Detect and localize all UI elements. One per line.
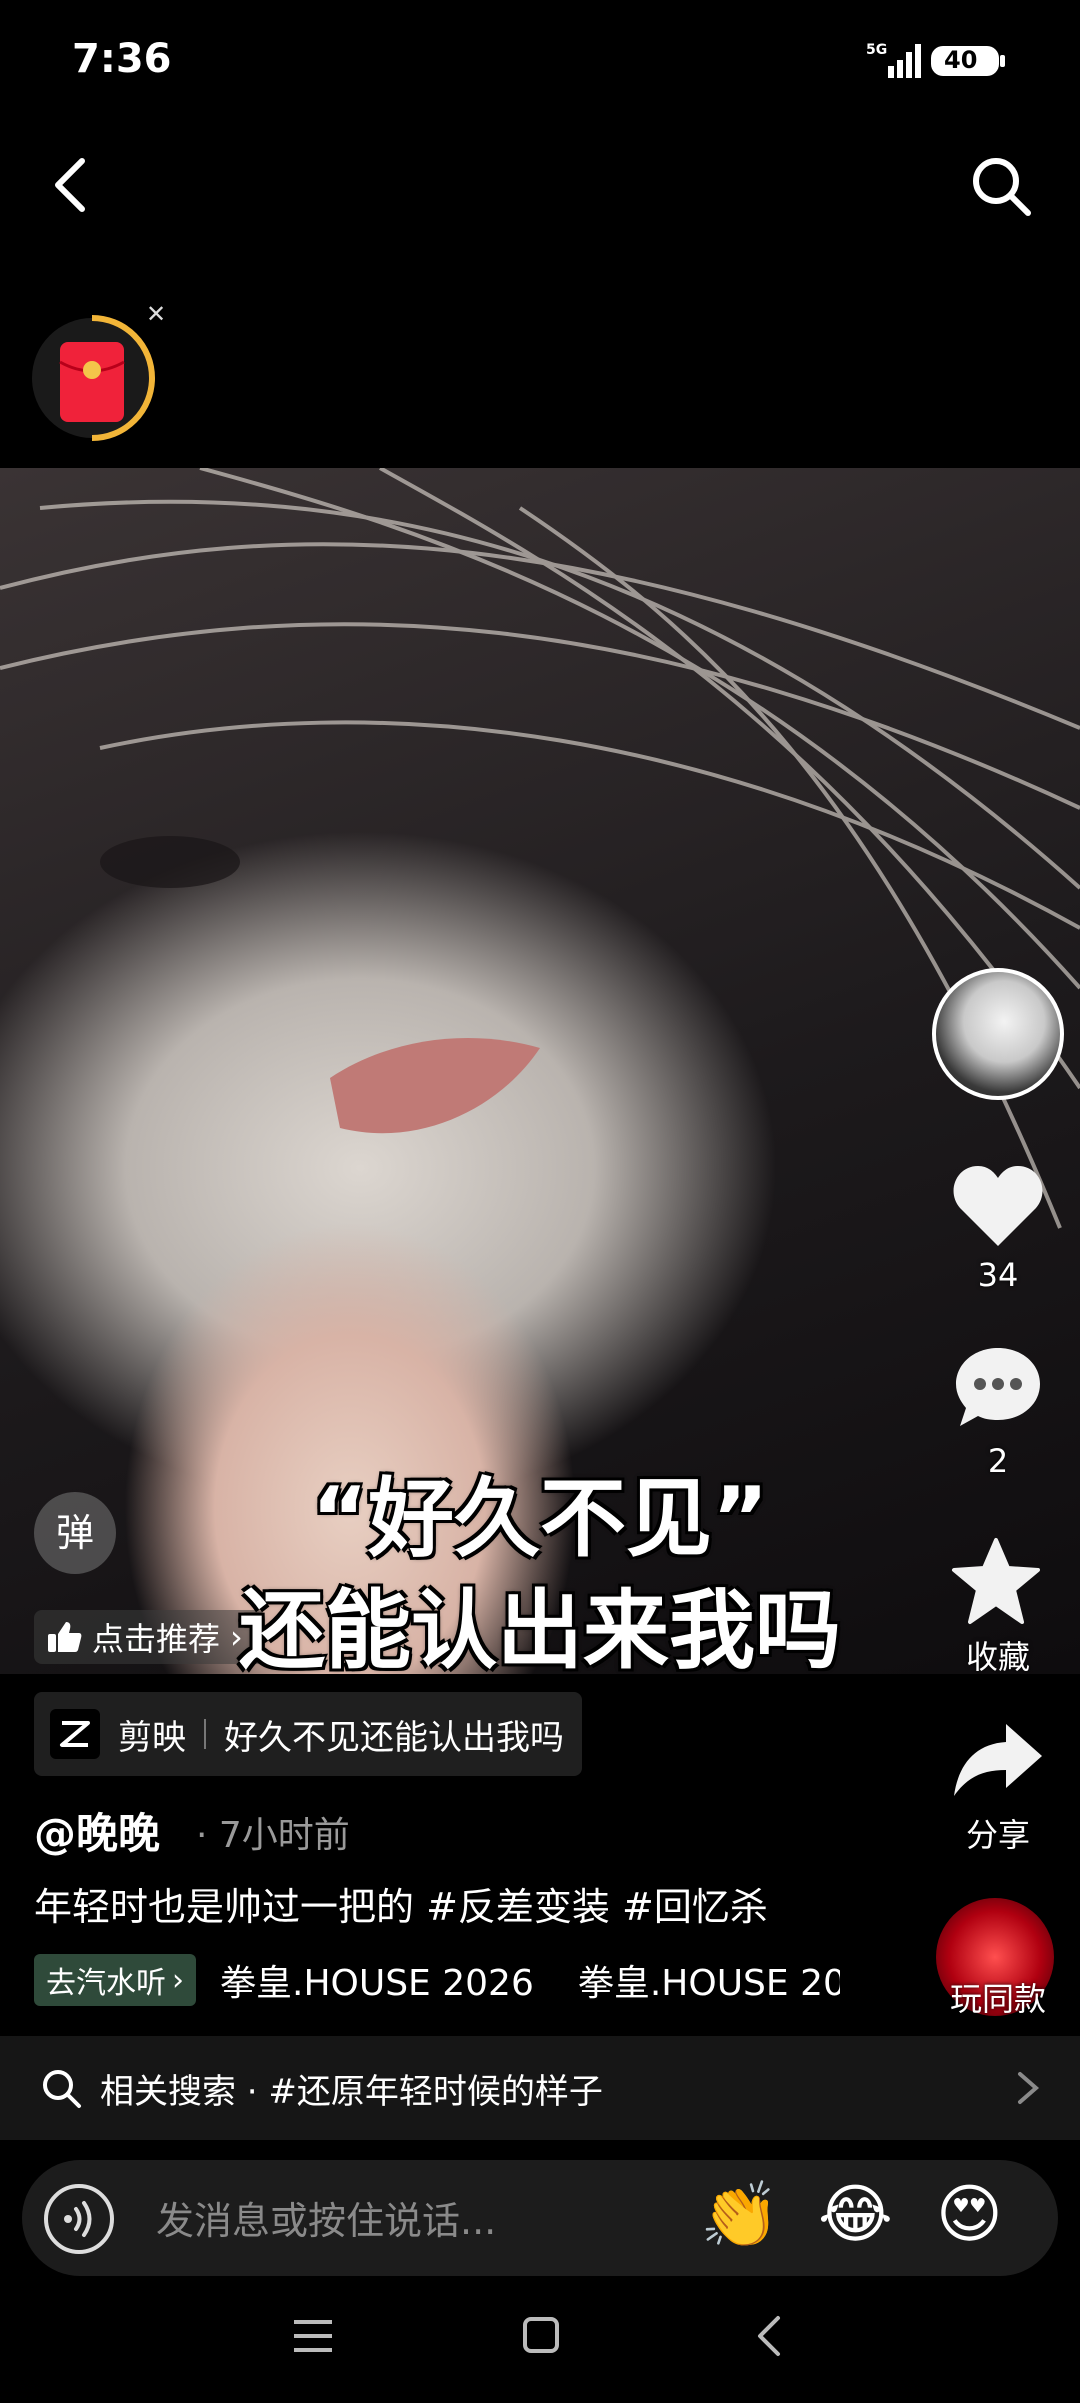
nav-home-icon[interactable] — [522, 2316, 560, 2354]
video-caption-line1: “好久不见” — [311, 1469, 769, 1569]
svg-text:5G: 5G — [866, 42, 887, 58]
music-title-repeat: 拳皇.HOUSE 20 — [577, 1963, 840, 2004]
capcut-template-chip[interactable]: 剪映 好久不见还能认出我吗 — [34, 1692, 582, 1776]
author-name[interactable]: @晚晚 — [34, 1800, 160, 1861]
related-search-bar[interactable]: 相关搜索 · #还原年轻时候的样子 — [0, 2036, 1080, 2140]
video-player[interactable]: 弹 点击推荐 › “好久不见” 还能认出来我吗 — [0, 468, 1080, 1674]
share-label: 分享 — [965, 1816, 1030, 1854]
nav-back-icon[interactable] — [756, 2314, 782, 2358]
like-icon[interactable] — [950, 1160, 1046, 1250]
qishui-label: 去汽水听 — [46, 1966, 166, 2001]
battery-indicator: 40 — [930, 44, 1008, 78]
laugh-emoji-button[interactable]: 😂 — [818, 2178, 893, 2252]
share-icon[interactable] — [950, 1720, 1046, 1800]
comment-count: 2 — [987, 1442, 1009, 1480]
voice-icon[interactable] — [42, 2182, 116, 2256]
nav-menu-icon[interactable] — [292, 2318, 334, 2354]
chevron-right-icon — [1018, 2072, 1040, 2104]
capcut-template-name: 好久不见还能认出我吗 — [224, 1717, 564, 1758]
related-search-label: 相关搜索 · #还原年轻时候的样子 — [100, 2071, 603, 2112]
qishui-listen-button[interactable]: 去汽水听 › — [34, 1954, 196, 2006]
chevron-right-icon: › — [172, 1962, 184, 1998]
video-caption-line2: 还能认出来我吗 — [239, 1581, 841, 1674]
red-packet-icon[interactable] — [26, 312, 158, 444]
music-title-marquee[interactable]: 拳皇.HOUSE 2026 拳皇.HOUSE 20 — [220, 1954, 840, 2010]
clap-emoji-button[interactable]: 👏 — [700, 2178, 780, 2253]
comment-icon[interactable] — [952, 1344, 1044, 1430]
battery-level: 40 — [944, 46, 978, 74]
star-icon[interactable] — [950, 1536, 1042, 1626]
signal-icon: 5G — [866, 42, 921, 78]
author-avatar[interactable] — [932, 968, 1064, 1100]
back-icon[interactable] — [48, 155, 92, 215]
music-title: 拳皇.HOUSE 2026 — [220, 1963, 534, 2004]
status-time: 7:36 — [72, 36, 172, 82]
search-icon — [43, 2070, 81, 2108]
post-time: · 7小时前 — [196, 1815, 350, 1856]
close-icon[interactable]: ✕ — [146, 300, 166, 328]
capcut-divider — [204, 1719, 206, 1749]
search-icon[interactable] — [970, 155, 1032, 217]
favorite-label: 收藏 — [965, 1638, 1030, 1676]
game-label[interactable]: 玩同款 — [928, 1974, 1068, 2020]
capcut-app-name: 剪映 — [118, 1717, 186, 1758]
video-description[interactable]: 年轻时也是帅过一把的 #反差变装 #回忆杀 — [34, 1876, 768, 1931]
capcut-logo-icon — [50, 1709, 100, 1759]
message-input[interactable]: 发消息或按住说话... — [156, 2190, 496, 2245]
heart-eyes-emoji-button[interactable]: 😍 — [936, 2178, 1003, 2252]
like-count: 34 — [977, 1256, 1019, 1294]
